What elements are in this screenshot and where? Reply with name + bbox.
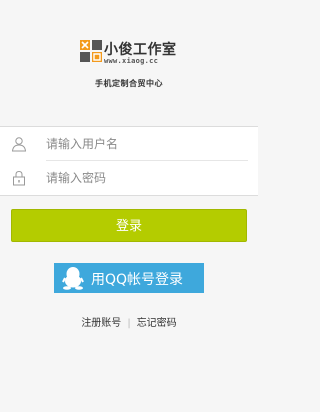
brand-logo-icon [80,40,102,62]
qq-login-label: 用QQ帐号登录 [91,272,184,288]
brand-tagline: 手机定制合贸中心 [95,79,163,88]
password-row [0,161,258,194]
login-form [0,126,258,196]
forgot-password-link[interactable]: 忘记密码 [137,318,177,329]
qq-penguin-icon [62,267,84,290]
password-input[interactable] [46,167,236,189]
login-button[interactable]: 登录 [11,209,247,242]
username-row [0,127,258,160]
brand-url: www.xiaog.cc [104,57,159,65]
brand-header: 小俊工作室 www.xiaog.cc 手机定制合贸中心 [0,0,258,120]
lock-icon [13,170,25,186]
register-link[interactable]: 注册账号 [81,318,121,329]
username-input[interactable] [46,133,236,155]
user-icon [11,137,27,152]
link-separator: | [127,318,131,329]
account-links: 注册账号 | 忘记密码 [0,314,258,329]
brand-title: 小俊工作室 [104,42,177,58]
qq-login-button[interactable]: 用QQ帐号登录 [54,263,204,293]
